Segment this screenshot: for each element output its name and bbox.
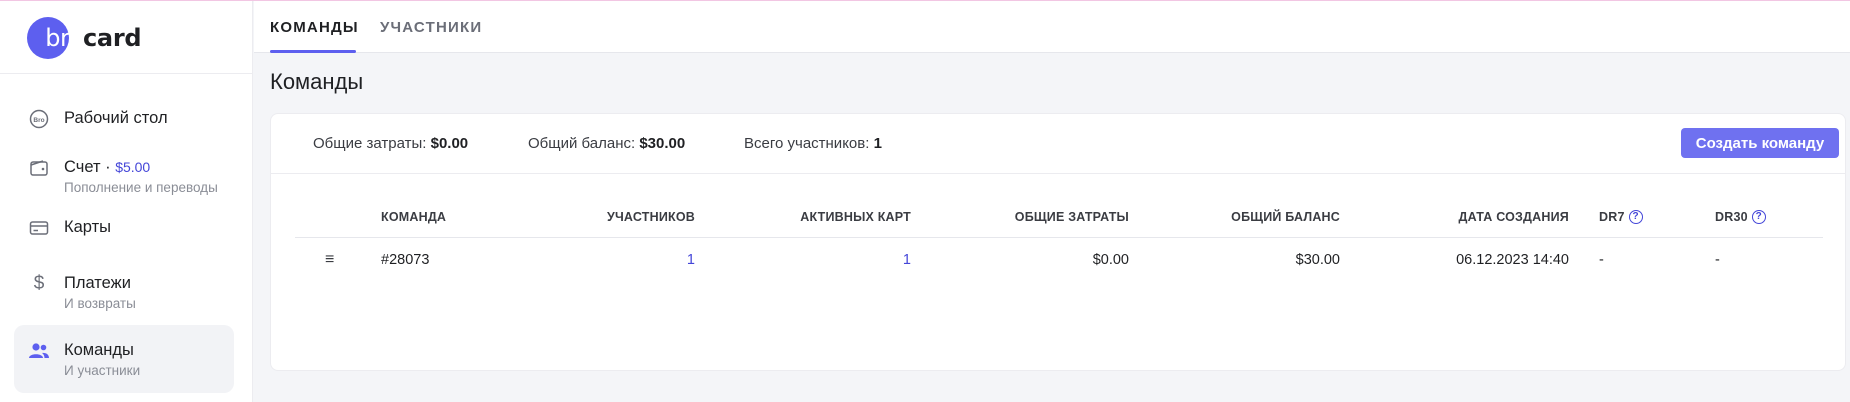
col-header-total-balance[interactable]: ОБЩИЙ БАЛАНС [1175,196,1340,237]
stat-total-balance: Общий баланс: $30.00 [528,135,686,152]
tab-label: КОМАНДЫ [270,18,359,36]
sidebar-item-label: Рабочий стол [64,109,168,127]
cell-dr30: - [1715,252,1720,268]
card-icon [28,217,50,239]
svg-text:Bro: Bro [33,117,44,124]
tab-teams[interactable]: КОМАНДЫ [270,1,359,53]
dollar-icon: $ [33,273,45,294]
tab-label: УЧАСТНИКИ [380,18,483,36]
users-icon [28,340,50,362]
col-header-dr7[interactable]: DR7? [1599,196,1643,237]
brocard-logo[interactable]: bro card [27,17,142,59]
teams-table: КОМАНДА УЧАСТНИКОВ АКТИВНЫХ КАРТ ОБЩИЕ З… [295,196,1823,282]
help-icon[interactable]: ? [1751,209,1766,224]
table-header: КОМАНДА УЧАСТНИКОВ АКТИВНЫХ КАРТ ОБЩИЕ З… [295,196,1823,238]
stat-total-members: Всего участников: 1 [744,135,882,152]
logo-text-bro: bro [45,24,83,52]
sidebar-item-teams[interactable]: Команды И участники [14,325,234,393]
col-header-team[interactable]: КОМАНДА [381,196,446,237]
sidebar-item-label: Платежи [64,274,131,292]
table-row[interactable]: ≡ #28073 1 1 $0.00 $30.00 06.12.2023 14:… [295,238,1823,282]
cell-team-id[interactable]: #28073 [381,238,429,282]
cell-created-date: 06.12.2023 14:40 [1456,252,1569,268]
col-header-created[interactable]: ДАТА СОЗДАНИЯ [1395,196,1569,237]
col-header-total-spent[interactable]: ОБЩИЕ ЗАТРАТЫ [945,196,1129,237]
sidebar-item-payments[interactable]: $ Платежи И возвраты [14,272,234,313]
sidebar-item-label: Карты [64,218,112,236]
help-icon[interactable]: ? [1628,209,1643,224]
sidebar-item-sublabel: Пополнение и переводы [64,180,218,195]
stats-bar: Общие затраты: $0.00 Общий баланс: $30.0… [271,114,1845,174]
sidebar-item-account[interactable]: Счет · $5.00 Пополнение и переводы [14,156,234,197]
sidebar-item-sublabel: И возвраты [64,296,136,311]
sidebar-item-label: Команды [64,341,134,359]
sidebar-item-cards[interactable]: Карты [14,216,234,239]
account-balance: $5.00 [115,159,151,175]
tab-members[interactable]: УЧАСТНИКИ [380,1,482,53]
cell-members-link[interactable]: 1 [575,238,695,282]
sidebar-divider [0,73,252,74]
col-header-dr30[interactable]: DR30? [1715,196,1766,237]
sidebar-item-dashboard[interactable]: Bro Рабочий стол [14,107,234,130]
col-header-active-cards[interactable]: АКТИВНЫХ КАРТ [735,196,911,237]
page-title: Команды [270,69,364,94]
cell-active-cards-link[interactable]: 1 [735,238,911,282]
logo-circle: bro [27,17,83,59]
create-team-button[interactable]: Создать команду [1681,128,1839,158]
bro-coin-icon: Bro [28,108,50,130]
logo-text-card: card [83,24,142,52]
sidebar-item-sublabel: И участники [64,363,141,378]
active-tab-indicator [270,50,356,53]
teams-card: Общие затраты: $0.00 Общий баланс: $30.0… [270,113,1846,371]
top-tabs: КОМАНДЫ УЧАСТНИКИ [254,1,1850,53]
cell-total-balance: $30.00 [1295,252,1340,268]
row-menu-icon[interactable]: ≡ [325,238,334,282]
sidebar-item-label: Счет · [64,158,116,176]
cell-dr7: - [1599,252,1604,268]
sidebar: bro card Bro Рабочий стол Счет · $5.00 П… [0,1,253,402]
stat-total-spent: Общие затраты: $0.00 [313,135,469,152]
wallet-icon [28,157,50,179]
col-header-members[interactable]: УЧАСТНИКОВ [575,196,695,237]
cell-total-spent: $0.00 [1092,252,1129,268]
